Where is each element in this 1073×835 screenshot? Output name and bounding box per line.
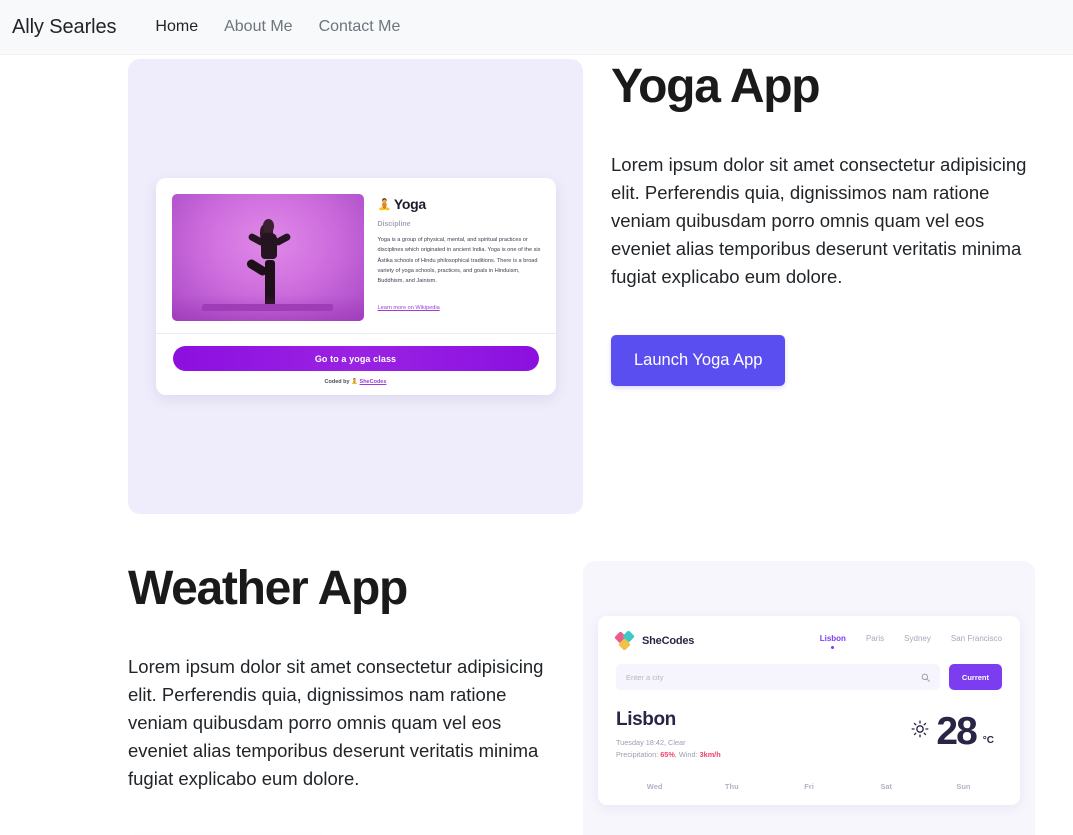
city-search-input[interactable]	[626, 672, 921, 682]
weather-temperature-block: 28 °C	[911, 710, 1002, 751]
yoga-mat	[201, 304, 334, 311]
wind-value: 3km/h	[699, 749, 721, 759]
city-tab-sydney[interactable]: Sydney	[904, 634, 931, 649]
project-section-yoga: 🧘 Yoga Discipline Yoga is a group of phy…	[0, 55, 1073, 514]
yoga-person-icon: 🧘	[377, 198, 392, 211]
yoga-mock-subtitle: Discipline	[377, 221, 411, 228]
city-tab-san-francisco[interactable]: San Francisco	[951, 634, 1002, 649]
shecodes-diamond-icon	[614, 630, 636, 651]
search-icon[interactable]	[921, 673, 930, 682]
shecodes-link[interactable]: SheCodes	[360, 379, 387, 385]
yoga-mock-info: 🧘 Yoga Discipline Yoga is a group of phy…	[378, 194, 542, 321]
forecast-day: Thu	[693, 782, 770, 791]
forecast-day-label: Thu	[724, 782, 739, 792]
yoga-mock-title: 🧘 Yoga	[378, 196, 542, 212]
weather-forecast-row: Wed Thu Fri Sat Sun	[616, 782, 1002, 791]
yoga-app-mock: 🧘 Yoga Discipline Yoga is a group of phy…	[155, 178, 556, 395]
yoga-project-description: Lorem ipsum dolor sit amet consectetur a…	[611, 153, 1027, 288]
yoga-project-title: Yoga App	[611, 60, 821, 113]
figure-head	[262, 219, 274, 234]
forecast-day: Wed	[616, 782, 693, 791]
current-location-button[interactable]: Current	[948, 664, 1002, 690]
forecast-day-label: Sat	[880, 782, 893, 792]
top-navbar: Ally Searles Home About Me Contact Me	[0, 0, 1073, 55]
forecast-day-label: Sun	[956, 782, 971, 792]
yoga-pose-photo	[171, 194, 364, 321]
nav-link-about-me[interactable]: About Me	[211, 18, 305, 36]
wind-label: , Wind:	[674, 749, 698, 759]
forecast-day: Fri	[770, 782, 847, 791]
figure-torso	[260, 233, 277, 260]
yoga-mock-body: Yoga is a group of physical, mental, and…	[377, 237, 541, 285]
project-section-weather: Weather App Lorem ipsum dolor sit amet c…	[0, 561, 1073, 835]
yoga-text-column: Yoga App Lorem ipsum dolor sit amet cons…	[583, 59, 1073, 386]
weather-search-field[interactable]	[616, 664, 940, 690]
nav-link-contact-me[interactable]: Contact Me	[306, 18, 414, 36]
weather-city-tabs: Lisbon Paris Sydney San Francisco	[820, 634, 1002, 649]
forecast-day-label: Fri	[804, 782, 814, 792]
weather-datetime: Tuesday 18:42, Clear	[616, 737, 686, 747]
yoga-mock-top: 🧘 Yoga Discipline Yoga is a group of phy…	[156, 178, 556, 333]
yoga-mock-bottom: Go to a yoga class Coded by 🧘 SheCodes	[156, 334, 556, 395]
sun-icon	[911, 720, 929, 743]
forecast-day: Sun	[925, 782, 1002, 791]
precipitation-value: 65%	[660, 749, 675, 759]
weather-current-conditions: Lisbon Tuesday 18:42, Clear Precipitatio…	[616, 709, 1002, 760]
weather-preview-panel: SheCodes Lisbon Paris Sydney San Francis…	[583, 561, 1035, 835]
city-tab-lisbon[interactable]: Lisbon	[820, 634, 846, 649]
current-city-name: Lisbon	[616, 709, 676, 730]
yoga-preview-panel: 🧘 Yoga Discipline Yoga is a group of phy…	[128, 59, 583, 514]
yoga-mock-footer: Coded by 🧘 SheCodes	[173, 379, 539, 385]
nav-link-home[interactable]: Home	[142, 18, 211, 36]
temperature-unit: °C	[982, 735, 994, 746]
brand-name[interactable]: Ally Searles	[12, 16, 117, 39]
weather-text-column: Weather App Lorem ipsum dolor sit amet c…	[0, 561, 583, 835]
main-navigation: Home About Me Contact Me	[142, 18, 413, 36]
shecodes-logo-text: SheCodes	[642, 635, 695, 647]
forecast-day: Sat	[848, 782, 925, 791]
city-tab-paris[interactable]: Paris	[866, 634, 884, 649]
yoga-mock-title-text: Yoga	[393, 196, 426, 212]
footer-prefix-text: Coded by	[324, 379, 350, 385]
weather-project-description: Lorem ipsum dolor sit amet consectetur a…	[128, 655, 544, 790]
weather-app-mock: SheCodes Lisbon Paris Sydney San Francis…	[598, 616, 1020, 806]
shecodes-logo: SheCodes	[614, 630, 695, 651]
go-to-yoga-class-button[interactable]: Go to a yoga class	[172, 346, 539, 371]
page-content: 🧘 Yoga Discipline Yoga is a group of phy…	[0, 55, 1073, 835]
weather-mock-header: SheCodes Lisbon Paris Sydney San Francis…	[614, 630, 1002, 651]
forecast-day-label: Wed	[646, 782, 663, 792]
weather-project-title: Weather App	[128, 562, 408, 615]
launch-yoga-app-button[interactable]: Launch Yoga App	[611, 335, 786, 386]
precipitation-label: Precipitation:	[616, 749, 659, 759]
temperature-value: 28	[936, 710, 977, 753]
weather-meta-block: Tuesday 18:42, Clear Precipitation: 65%,…	[616, 737, 721, 760]
weather-location-block: Lisbon Tuesday 18:42, Clear Precipitatio…	[616, 709, 721, 760]
weather-stats: Precipitation: 65%, Wind: 3km/h	[616, 749, 721, 761]
yoga-wikipedia-link[interactable]: Learn more on Wikipedia	[378, 305, 440, 311]
weather-search-row: Current	[616, 664, 1002, 690]
footer-yoga-icon: 🧘	[351, 379, 358, 385]
